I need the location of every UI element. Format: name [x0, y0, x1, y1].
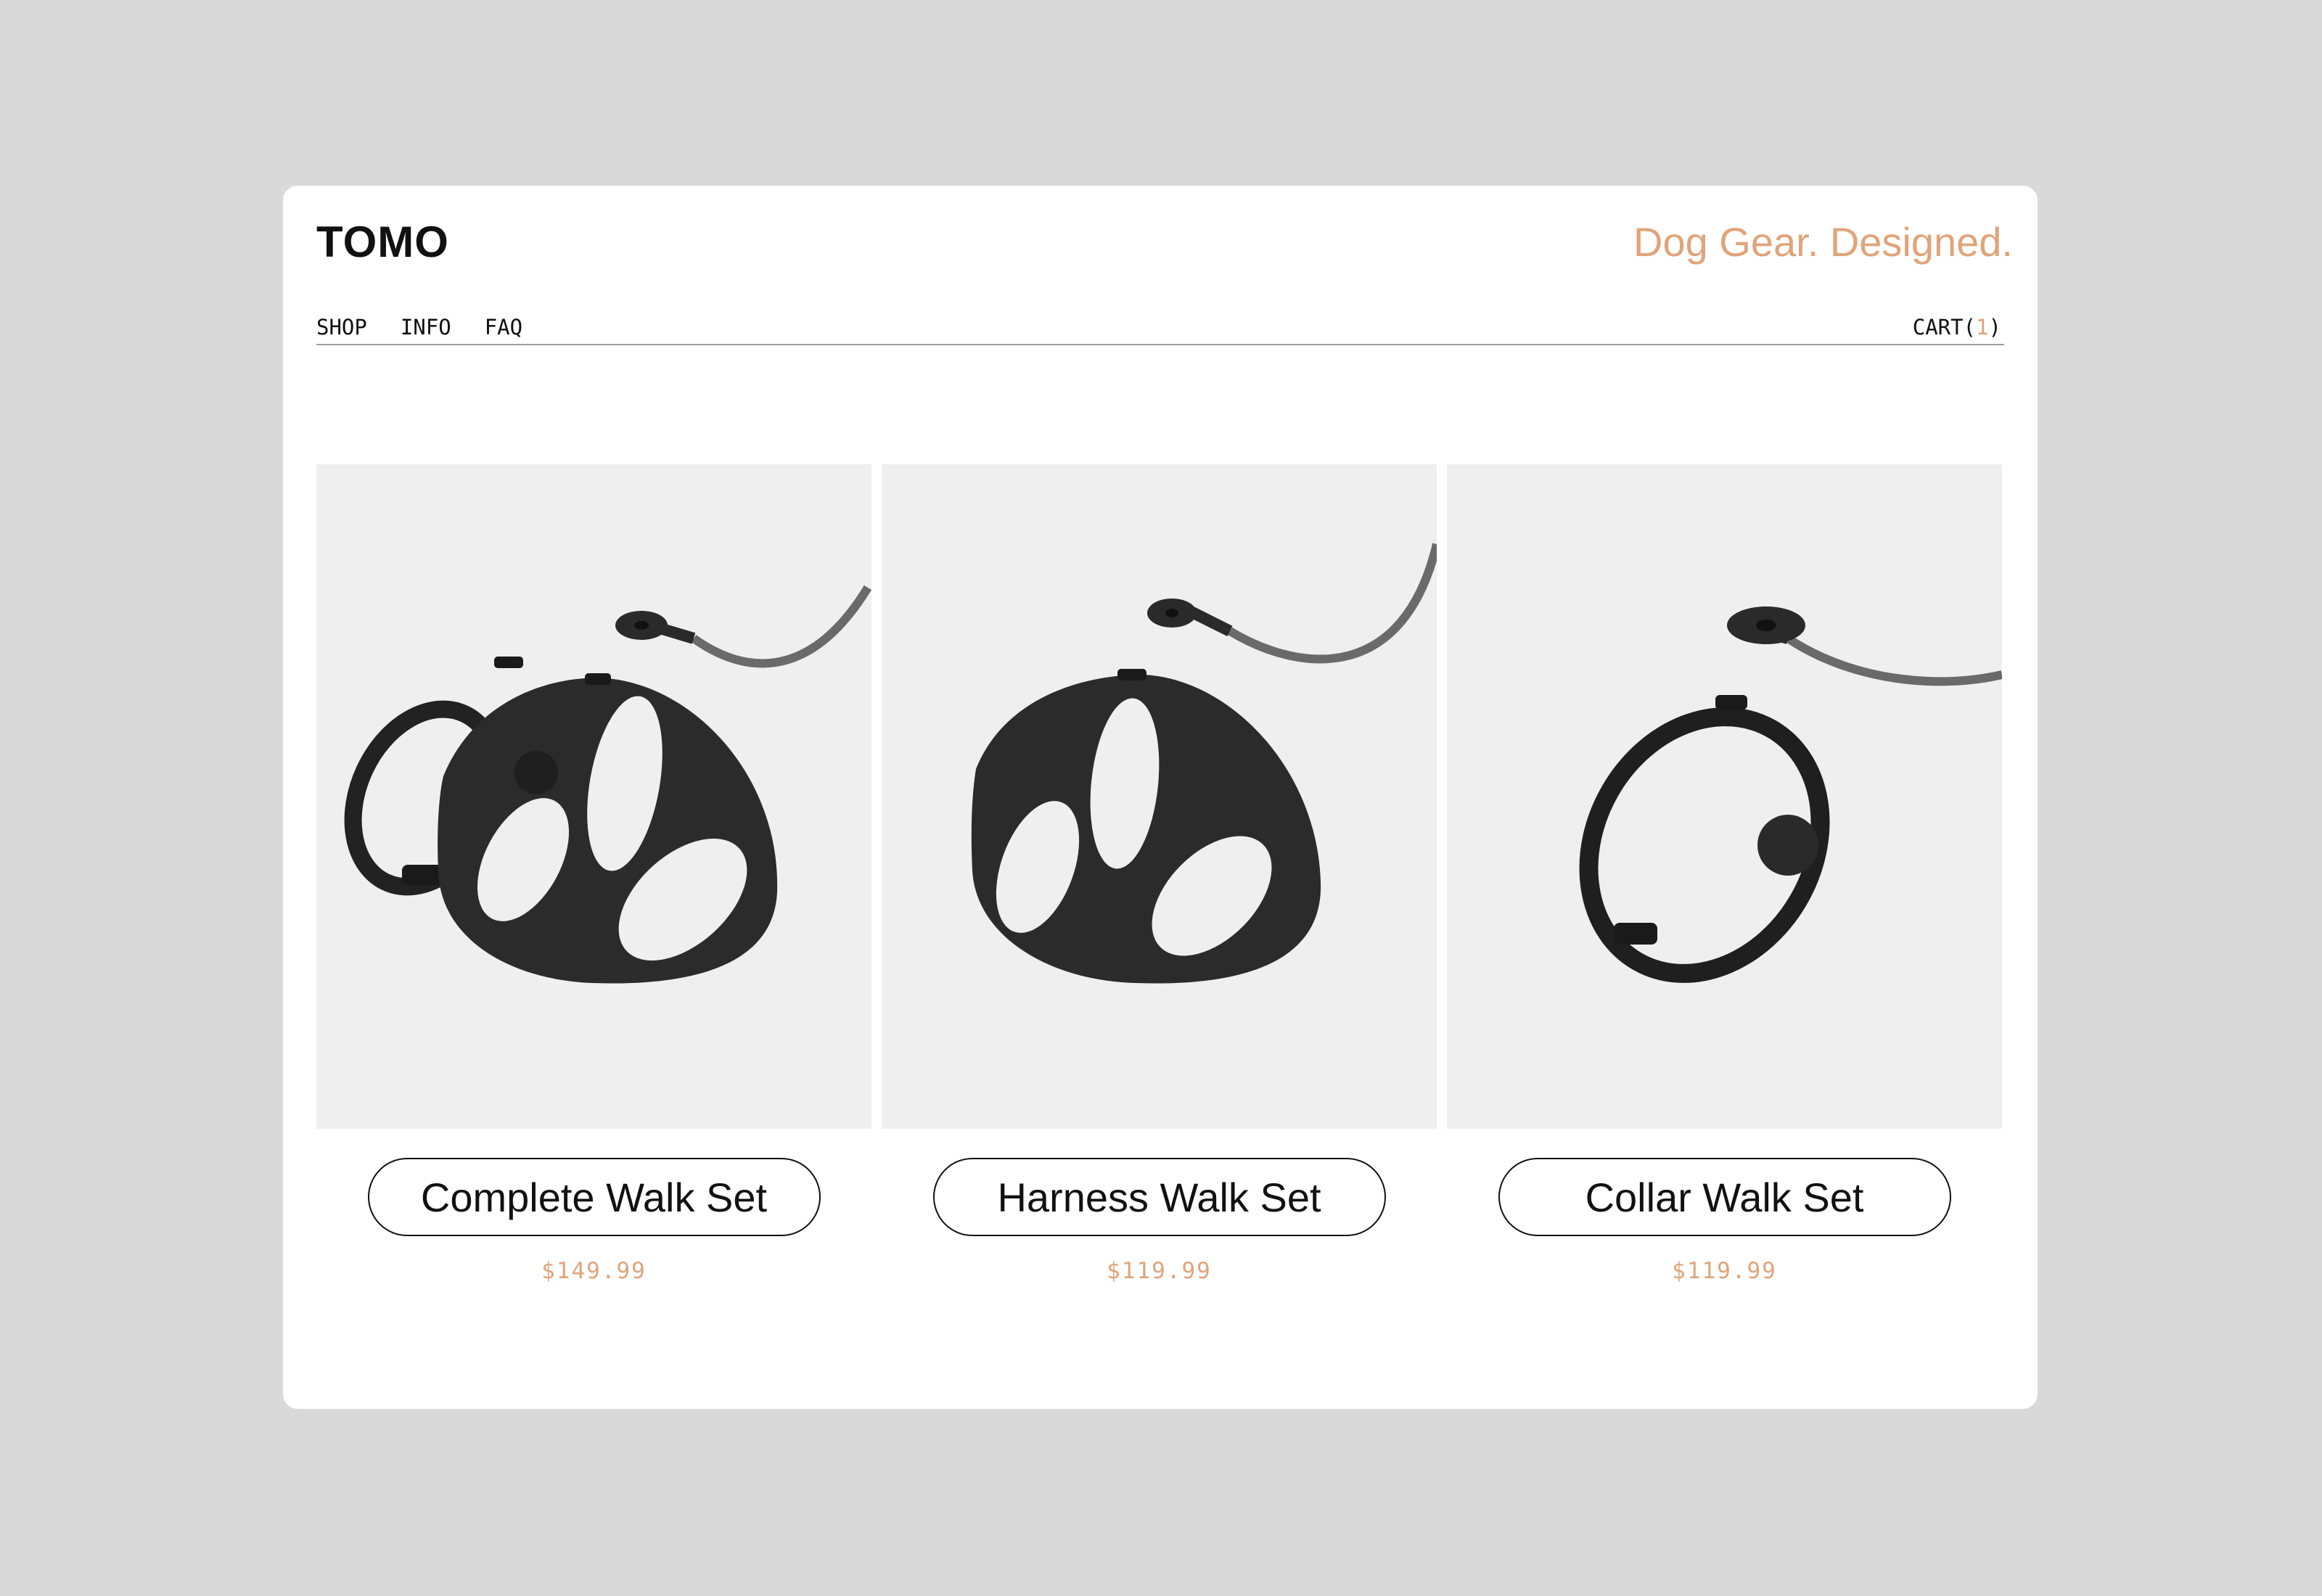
harness-collar-leash-photo — [344, 585, 871, 984]
product-button-collar[interactable]: Collar Walk Set — [1498, 1158, 1951, 1236]
header-divider — [316, 344, 2004, 345]
product-grid: Complete Walk Set $149.99 Harness Walk S… — [316, 464, 2003, 1284]
tagline: Dog Gear. Designed. — [1633, 219, 2013, 265]
product-card-complete: Complete Walk Set $149.99 — [316, 464, 871, 1284]
cart-close-paren: ) — [1988, 315, 2001, 340]
cart-label: CART( — [1912, 315, 1977, 340]
product-price-collar: $119.99 — [1672, 1258, 1777, 1284]
product-button-harness[interactable]: Harness Walk Set — [932, 1158, 1386, 1236]
product-price-harness: $119.99 — [1107, 1258, 1212, 1284]
product-image-harness[interactable] — [882, 464, 1437, 1129]
cart-count: 1 — [1976, 315, 1989, 340]
product-image-complete[interactable] — [316, 464, 871, 1129]
store-window: TOMO Dog Gear. Designed. SHOP INFO FAQ C… — [283, 186, 2038, 1409]
harness-leash-photo — [971, 543, 1437, 984]
product-image-collar[interactable] — [1447, 464, 2002, 1129]
product-button-complete[interactable]: Complete Walk Set — [367, 1158, 821, 1236]
nav-info[interactable]: INFO — [401, 315, 451, 340]
product-card-collar: Collar Walk Set $119.99 — [1447, 464, 2002, 1284]
product-price-complete: $149.99 — [541, 1258, 647, 1284]
product-card-harness: Harness Walk Set $119.99 — [882, 464, 1437, 1284]
nav-faq[interactable]: FAQ — [485, 315, 522, 340]
nav-shop[interactable]: SHOP — [316, 315, 367, 340]
collar-leash-photo — [1579, 606, 2002, 983]
cart-link[interactable]: CART(1) — [1913, 315, 2001, 340]
main-nav: SHOP INFO FAQ — [316, 315, 522, 340]
tomo-logo[interactable]: TOMO — [316, 221, 449, 264]
